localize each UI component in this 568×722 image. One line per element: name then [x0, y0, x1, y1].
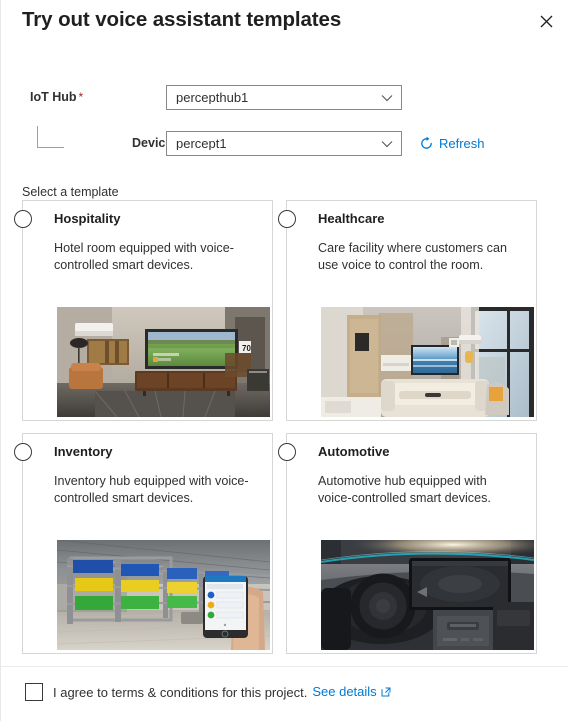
template-card-hospitality[interactable]: Hospitality Hotel room equipped with voi…	[14, 200, 273, 421]
blade-panel: Try out voice assistant templates IoT Hu…	[0, 0, 568, 721]
template-image-automotive	[321, 540, 534, 650]
radio-inventory[interactable]	[14, 443, 32, 461]
template-title: Hospitality	[54, 211, 121, 226]
iot-hub-dropdown[interactable]: percepthub1	[166, 85, 402, 110]
radio-automotive[interactable]	[278, 443, 296, 461]
close-button[interactable]	[532, 7, 560, 35]
select-template-label: Select a template	[22, 185, 119, 199]
page-title: Try out voice assistant templates	[22, 8, 342, 31]
template-title: Healthcare	[318, 211, 385, 226]
refresh-button[interactable]: Refresh	[419, 131, 485, 156]
template-image-hospitality: 70	[57, 307, 270, 417]
chevron-down-icon	[373, 94, 401, 102]
radio-healthcare[interactable]	[278, 210, 296, 228]
iot-hub-selected-value: percepthub1	[176, 91, 249, 104]
external-link-icon	[381, 686, 391, 699]
see-details-label: See details	[312, 684, 377, 699]
radio-hospitality[interactable]	[14, 210, 32, 228]
refresh-label: Refresh	[439, 136, 485, 151]
device-dropdown[interactable]: percept1	[166, 131, 402, 156]
svg-text:70: 70	[242, 344, 251, 353]
template-description: Hotel room equipped with voice-controlle…	[54, 241, 234, 273]
template-card-healthcare[interactable]: Healthcare Care facility where customers…	[278, 200, 537, 421]
device-selected-value: percept1	[176, 137, 227, 150]
template-title: Inventory	[54, 444, 113, 459]
see-details-link[interactable]: See details	[312, 684, 391, 699]
close-icon	[540, 15, 553, 28]
agree-terms-checkbox[interactable]	[25, 683, 43, 701]
template-card-inventory[interactable]: Inventory Inventory hub equipped with vo…	[14, 433, 273, 654]
iot-hub-required-marker: *	[78, 90, 84, 104]
template-description: Care facility where customers can use vo…	[318, 241, 507, 273]
refresh-icon	[419, 136, 434, 151]
template-title: Automotive	[318, 444, 390, 459]
template-image-inventory	[57, 540, 270, 650]
dialog-footer: I agree to terms & conditions for this p…	[1, 666, 568, 722]
device-indent-connector	[37, 126, 64, 148]
agree-terms-label: I agree to terms & conditions for this p…	[53, 684, 308, 700]
template-card-grid: Hospitality Hotel room equipped with voi…	[14, 200, 538, 654]
agree-terms-row: I agree to terms & conditions for this p…	[25, 683, 391, 701]
iot-hub-label-text: IoT Hub	[30, 90, 77, 104]
template-image-healthcare	[321, 307, 534, 417]
template-description: Inventory hub equipped with voice-contro…	[54, 474, 249, 506]
iot-hub-label: IoT Hub *	[30, 91, 83, 104]
dialog-header: Try out voice assistant templates	[1, 0, 568, 46]
chevron-down-icon	[373, 140, 401, 148]
template-description: Automotive hub equipped with voice-contr…	[318, 474, 491, 506]
template-card-automotive[interactable]: Automotive Automotive hub equipped with …	[278, 433, 537, 654]
